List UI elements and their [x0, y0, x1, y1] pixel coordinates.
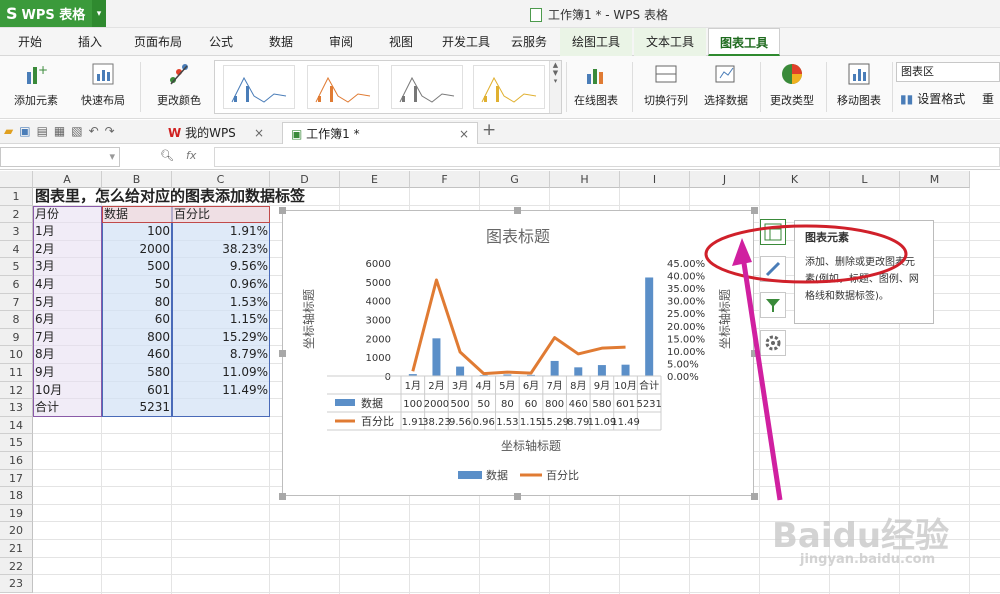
- pointer-arrow: [739, 249, 783, 501]
- highlight-circle: [704, 224, 908, 284]
- watermark-logo: Baidu经验: [772, 516, 950, 556]
- pointer-arrowhead: [732, 238, 752, 266]
- watermark-url: jingyan.baidu.com: [800, 552, 936, 567]
- annotation-overlay: [704, 224, 908, 501]
